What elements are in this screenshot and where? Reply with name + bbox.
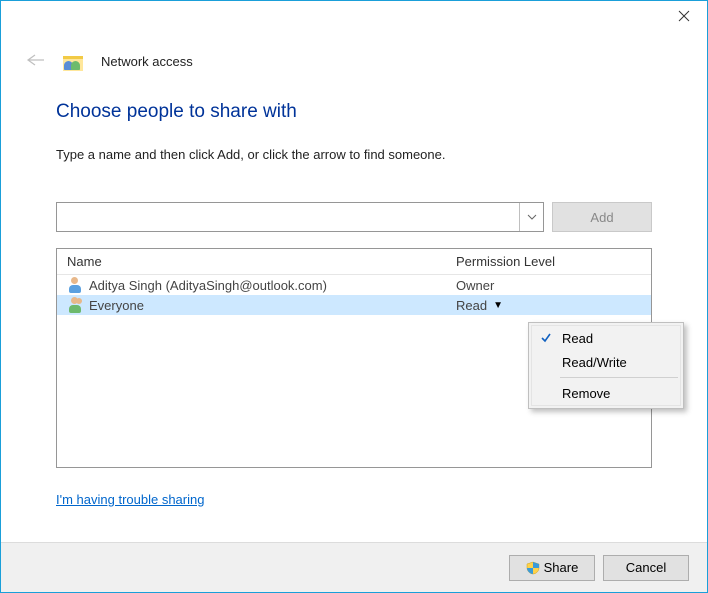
header-title: Network access [101,54,193,69]
share-button[interactable]: Share [509,555,595,581]
chevron-down-icon[interactable] [519,203,543,231]
instruction-text: Type a name and then click Add, or click… [56,147,652,162]
close-icon [678,10,690,22]
row-permission: Owner [456,278,641,293]
row-name: Aditya Singh (AdityaSingh@outlook.com) [89,278,456,293]
menu-separator [560,377,678,378]
checkmark-icon [538,330,554,346]
network-access-icon [63,51,83,71]
row-name: Everyone [89,298,456,313]
footer-button-bar: Share Cancel [1,542,707,592]
menu-item-label: Read [562,331,593,346]
checkmark-placeholder [538,385,554,401]
header-row: Network access [1,31,707,71]
column-header-permission[interactable]: Permission Level [456,254,641,269]
row-permission-dropdown[interactable]: Read ▼ [456,298,641,313]
menu-item-read[interactable]: Read [532,326,680,350]
column-header-name[interactable]: Name [67,254,456,269]
share-button-label: Share [544,560,579,575]
menu-item-remove[interactable]: Remove [532,381,680,405]
close-button[interactable] [661,1,707,31]
checkmark-placeholder [538,354,554,370]
group-icon [67,297,83,313]
permission-context-menu: Read Read/Write Remove [528,322,684,409]
trouble-link-row: I'm having trouble sharing [56,492,652,507]
grid-row[interactable]: Everyone Read ▼ [57,295,651,315]
grid-row[interactable]: Aditya Singh (AdityaSingh@outlook.com) O… [57,275,651,295]
caret-down-icon: ▼ [493,300,503,311]
menu-item-read-write[interactable]: Read/Write [532,350,680,374]
back-arrow-icon [25,53,45,70]
trouble-sharing-link[interactable]: I'm having trouble sharing [56,492,204,507]
row-permission-value: Read [456,298,487,313]
add-button: Add [552,202,652,232]
title-bar [1,1,707,31]
name-combobox[interactable] [56,202,544,232]
shield-icon [526,561,540,575]
page-heading: Choose people to share with [56,101,652,123]
user-icon [67,277,83,293]
cancel-button[interactable]: Cancel [603,555,689,581]
menu-item-label: Remove [562,386,610,401]
grid-header: Name Permission Level [57,249,651,275]
name-entry-row: Add [56,202,652,232]
cancel-button-label: Cancel [626,560,666,575]
content-area: Choose people to share with Type a name … [1,71,707,507]
name-input[interactable] [57,203,519,231]
menu-item-label: Read/Write [562,355,627,370]
